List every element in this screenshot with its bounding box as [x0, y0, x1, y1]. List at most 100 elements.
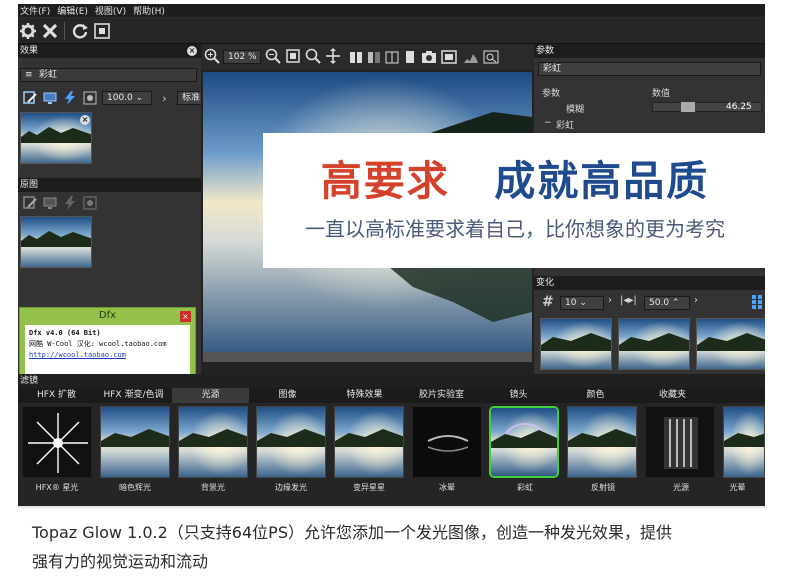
tab-hfx-diffuse[interactable]: HFX 扩散 [18, 388, 95, 403]
fit-screen-icon[interactable] [92, 21, 112, 41]
pan-icon[interactable] [325, 48, 341, 68]
filter-label: 暗色辉光 [119, 483, 151, 492]
filter-thumb-starlight[interactable] [22, 406, 92, 478]
filter-thumb-rainbow[interactable] [489, 406, 559, 478]
caption-line1: Topaz Glow 1.0.2（只支持64位PS）允许您添加一个发光图像，创造… [32, 523, 672, 542]
edit-icon[interactable] [22, 91, 37, 106]
filter-tabs: HFX 扩散 HFX 渐变/色调 光源 图像 特殊效果 胶片实验室 镜头 颜色 … [18, 388, 765, 403]
filters-panel-title: 滤镜 [18, 374, 765, 388]
filter-label: 彩虹 [517, 483, 533, 492]
single-view-icon[interactable] [403, 49, 417, 68]
tab-hfx-gradient[interactable]: HFX 渐变/色调 [95, 388, 172, 403]
filter-thumb-edge-glow[interactable] [256, 406, 326, 478]
filter-thumb-halo[interactable] [723, 406, 765, 478]
params-panel-title: 参数 [534, 44, 765, 58]
refresh-icon[interactable] [70, 21, 90, 41]
filters-title-text: 滤镜 [20, 376, 39, 386]
filter-label: 反射镜 [591, 483, 615, 492]
monitor-icon[interactable] [42, 196, 57, 211]
mask-icon[interactable] [82, 91, 97, 106]
frame-icon[interactable] [441, 49, 457, 68]
filter-thumb-dark-glow[interactable] [100, 406, 170, 478]
grid-icon[interactable] [752, 294, 762, 309]
opacity-field[interactable]: 100.0 ⌄ [102, 91, 152, 105]
compare-icon[interactable] [385, 49, 399, 68]
tab-film-lab[interactable]: 胶片实验室 [403, 388, 480, 403]
tab-lens[interactable]: 镜头 [480, 388, 557, 403]
menu-edit[interactable]: 编辑(E) [55, 4, 93, 17]
effect-name-row[interactable]: ≡ 彩虹 [20, 68, 197, 82]
tab-light[interactable]: 光源 [172, 388, 249, 403]
hash-icon: # [542, 294, 554, 310]
caption: Topaz Glow 1.0.2（只支持64位PS）允许您添加一个发光图像，创造… [32, 518, 772, 576]
menu-file[interactable]: 文件(F) [18, 4, 55, 17]
menu-help[interactable]: 帮助(H) [131, 4, 170, 17]
headline-blue: 成就高品质 [494, 157, 710, 205]
filter-thumb-backlight[interactable] [178, 406, 248, 478]
filter-label: 光源 [673, 483, 689, 492]
camera-icon[interactable] [421, 49, 437, 68]
magnifier-icon[interactable] [305, 48, 321, 68]
navigator-icon[interactable] [483, 49, 499, 68]
filter-label: 背景光 [201, 483, 225, 492]
dialog-version: Dfx v4.0 (64 Bit) [29, 329, 101, 337]
variation-count: 10 [565, 298, 577, 308]
tab-special[interactable]: 特殊效果 [326, 388, 403, 403]
banner-headline: 高要求 成就高品质 [263, 147, 767, 207]
filter-thumb-reflector[interactable] [567, 406, 637, 478]
filter-thumb-ice-halo[interactable] [412, 406, 482, 478]
edit-icon[interactable] [22, 196, 37, 211]
variation-amount-field[interactable]: 50.0 ⌃ [644, 296, 690, 310]
menu-view[interactable]: 视图(V) [93, 4, 131, 17]
tab-image[interactable]: 图像 [249, 388, 326, 403]
collapse-icon[interactable]: − [544, 118, 552, 128]
menu-bar: 文件(F) 编辑(E) 视图(V) 帮助(H) [18, 4, 765, 17]
close-x-icon[interactable] [40, 21, 60, 41]
mask-icon[interactable] [82, 196, 97, 211]
chevron-right-icon[interactable]: › [694, 295, 698, 306]
blur-slider-handle[interactable] [681, 102, 695, 112]
settings-gear-icon[interactable] [18, 21, 38, 41]
variation-thumb[interactable] [540, 318, 612, 370]
variation-thumb[interactable] [618, 318, 690, 370]
split-horizontal-icon[interactable] [367, 49, 381, 68]
fit-icon[interactable] [285, 48, 301, 68]
original-tools [22, 194, 97, 212]
promo-banner: 高要求 成就高品质 一直以高标准要求着自己，比你想象的更为考究 [263, 133, 767, 268]
preset-value: 彩虹 [543, 64, 562, 74]
dialog-link[interactable]: http://wcool.taobao.com [29, 350, 186, 361]
filter-thumb-variant-star[interactable] [334, 406, 404, 478]
chevron-right-icon[interactable]: › [157, 91, 172, 106]
preset-field[interactable]: 彩虹 [538, 62, 761, 76]
filter-label: 光晕 [729, 483, 746, 492]
filter-label: 冰晕 [439, 483, 455, 492]
zoom-field[interactable]: 102 % [223, 50, 261, 64]
monitor-icon[interactable] [42, 91, 57, 106]
params-col-header: 参数 [542, 89, 561, 99]
dialog-credit: 网酷 W-Cool 汉化: wcool.taobao.com [29, 340, 167, 348]
caption-line2: 强有力的视觉运动和流动 [32, 552, 209, 571]
effect-tools: 100.0 ⌄ › 标准 [22, 89, 221, 107]
filter-label: HFX® 星光 [35, 483, 79, 492]
dialog-close-icon[interactable]: × [180, 311, 191, 322]
lightning-icon[interactable] [62, 196, 77, 211]
histogram-icon[interactable] [463, 49, 479, 68]
filter-label: 变异星星 [353, 483, 385, 492]
tab-favorites[interactable]: 收藏夹 [634, 388, 711, 403]
zoom-in-icon[interactable] [204, 48, 220, 68]
chevron-right-icon[interactable]: › [608, 295, 612, 306]
headline-red: 高要求 [320, 157, 450, 205]
effects-close-icon[interactable]: × [187, 46, 197, 56]
zoom-value: 102 % [228, 52, 257, 62]
range-icon: |◂▸| [620, 295, 637, 306]
variation-thumb[interactable] [696, 318, 765, 370]
variation-count-field[interactable]: 10 ⌄ [560, 296, 604, 310]
lightning-icon[interactable] [62, 91, 77, 106]
original-thumbnail[interactable] [20, 216, 92, 268]
split-view-icon[interactable] [349, 49, 363, 68]
variation-amount: 50.0 [649, 298, 670, 308]
filter-thumb-light-source[interactable] [645, 406, 715, 478]
tab-color[interactable]: 颜色 [557, 388, 634, 403]
zoom-out-icon[interactable] [265, 48, 281, 68]
effect-remove-icon[interactable]: × [80, 115, 90, 125]
